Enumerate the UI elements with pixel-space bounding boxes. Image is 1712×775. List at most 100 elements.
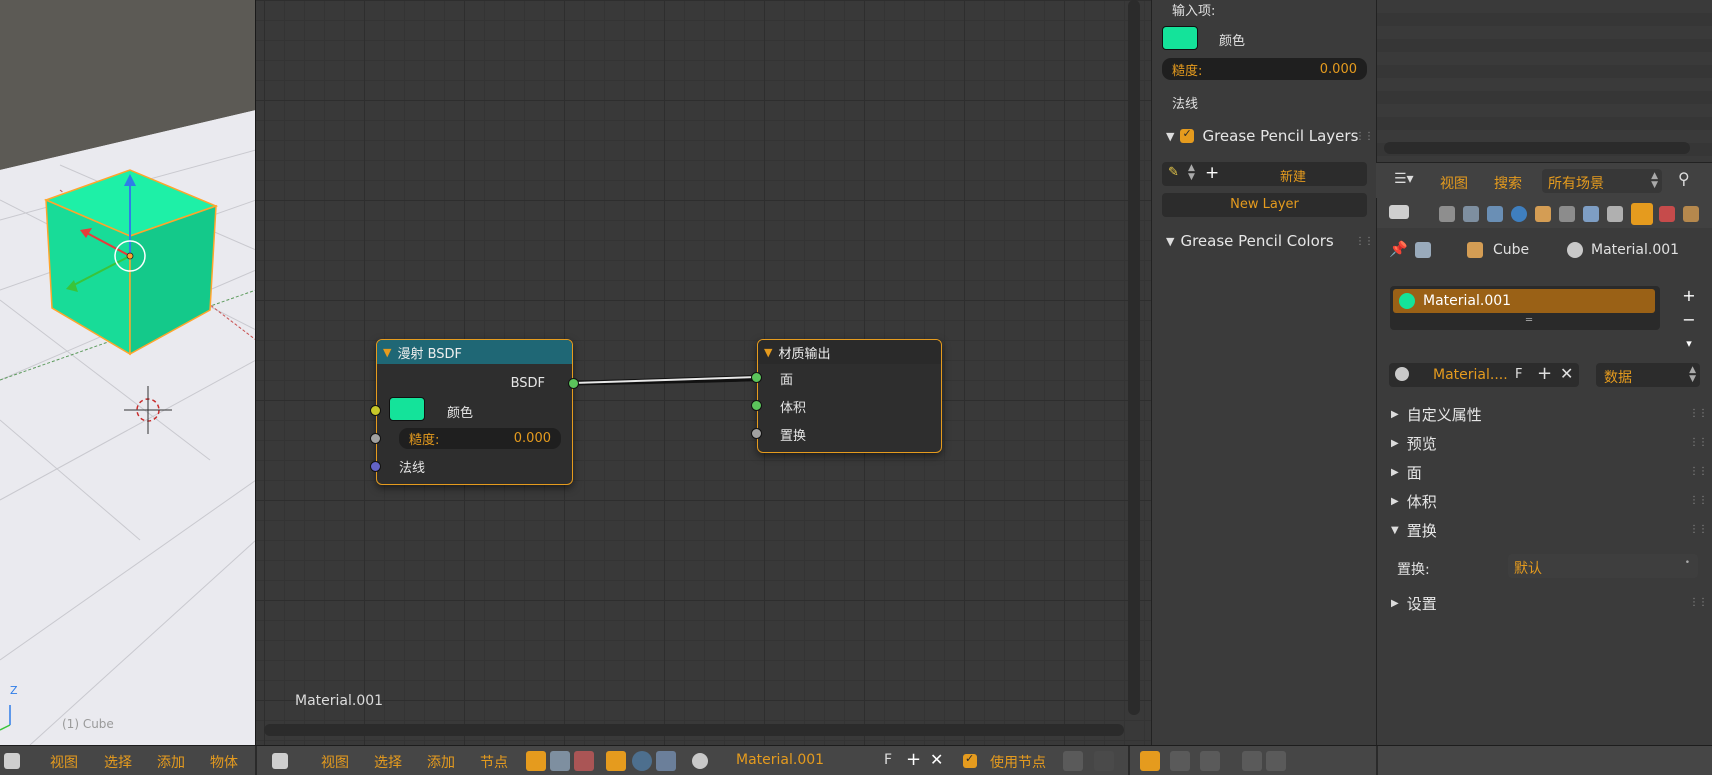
parent-tree-icon[interactable]: [1094, 751, 1114, 771]
gp-layers-checkbox[interactable]: [1180, 127, 1195, 143]
roughness-field[interactable]: 糙度: 0.000: [399, 428, 561, 449]
outliner-search-menu[interactable]: 搜索: [1494, 173, 1522, 193]
add-plus-icon[interactable]: +: [1205, 163, 1219, 183]
unlink-material-icon[interactable]: ✕: [1560, 364, 1573, 383]
color-input-socket[interactable]: [370, 405, 381, 416]
panel-color-swatch[interactable]: [1162, 26, 1198, 50]
drag-grip-icon[interactable]: ⋮⋮: [1689, 437, 1708, 448]
node-editor-type-icon[interactable]: [272, 753, 288, 769]
diffuse-bsdf-node[interactable]: ▼ 漫射 BSDF BSDF 颜色 糙度: 0.000 法线: [370, 339, 579, 485]
roughness-input-socket[interactable]: [370, 433, 381, 444]
outliner-hscrollbar[interactable]: [1384, 142, 1690, 154]
properties-editor-icon[interactable]: [1389, 205, 1409, 219]
viewport-add-menu[interactable]: 添加: [157, 752, 185, 772]
node-editor-vscrollbar[interactable]: [1128, 0, 1140, 715]
viewport-select-menu[interactable]: 选择: [104, 752, 132, 772]
node-node-menu[interactable]: 节点: [480, 752, 508, 772]
texture-tab-icon[interactable]: [1659, 206, 1675, 222]
texture-nodes-icon[interactable]: [574, 751, 594, 771]
gp-layers-header[interactable]: ▼ Grease Pencil Layers: [1166, 127, 1358, 145]
outliner-view-menu[interactable]: 视图: [1440, 173, 1468, 193]
particles-tab-icon[interactable]: [1683, 206, 1699, 222]
bsdf-output-socket[interactable]: [568, 378, 579, 389]
collapse-triangle-icon[interactable]: ▼: [764, 346, 772, 359]
scene-link-icon[interactable]: [1415, 242, 1431, 258]
drag-grip-icon[interactable]: ⋮⋮: [1689, 524, 1708, 535]
viewport-view-menu[interactable]: 视图: [50, 752, 78, 772]
material-slot-list[interactable]: Material.001 ═: [1390, 286, 1660, 330]
volume-input-socket[interactable]: [751, 400, 762, 411]
node-select-menu[interactable]: 选择: [374, 752, 402, 772]
drag-grip-icon[interactable]: ⋮⋮: [1355, 236, 1374, 247]
node-editor-hscrollbar[interactable]: [264, 724, 1124, 736]
3d-viewport[interactable]: Z (1) Cube: [0, 0, 256, 745]
material-output-node[interactable]: ▼ 材质输出 面 体积 置换: [751, 339, 942, 453]
material-browse-icon[interactable]: [1395, 367, 1409, 381]
material-tab-icon[interactable]: [1631, 203, 1653, 225]
remove-slot-button[interactable]: −: [1678, 308, 1700, 330]
section-preview[interactable]: ▶ 预览: [1391, 433, 1437, 454]
drag-grip-icon[interactable]: ⋮⋮: [1689, 495, 1708, 506]
slot-specials-button[interactable]: ▾: [1678, 332, 1700, 354]
displacement-input-socket[interactable]: [751, 428, 762, 439]
node-add-menu[interactable]: 添加: [427, 752, 455, 772]
object-tab-icon[interactable]: [1535, 206, 1551, 222]
section-volume[interactable]: ▶ 体积: [1391, 491, 1437, 512]
diffuse-node-header[interactable]: ▼ 漫射 BSDF: [377, 340, 572, 364]
surface-input-socket[interactable]: [751, 372, 762, 383]
snap-icon[interactable]: [1170, 751, 1190, 771]
outliner[interactable]: [1376, 0, 1712, 162]
section-displacement[interactable]: ▼ 置换: [1391, 520, 1437, 541]
backdrop-icon[interactable]: [1140, 751, 1160, 771]
render-tab-icon[interactable]: [1439, 206, 1455, 222]
scene-filter-dropdown[interactable]: 所有场景 ▲ ▼: [1542, 169, 1662, 193]
paste-nodes-icon[interactable]: [1266, 751, 1286, 771]
collapse-triangle-icon[interactable]: ▼: [383, 346, 391, 359]
scene-tab-icon[interactable]: [1487, 206, 1503, 222]
drag-grip-icon[interactable]: ⋮⋮: [1689, 408, 1708, 419]
add-slot-button[interactable]: +: [1678, 284, 1700, 306]
node-material-name[interactable]: Material.001: [736, 752, 824, 768]
list-resize-grip-icon[interactable]: ═: [1526, 315, 1532, 326]
breadcrumb-material[interactable]: Material.001: [1591, 242, 1679, 258]
world-tab-icon[interactable]: [1511, 206, 1527, 222]
search-icon[interactable]: ⚲: [1678, 169, 1690, 188]
world-shader-icon[interactable]: [632, 751, 652, 771]
shader-nodes-icon[interactable]: [526, 751, 546, 771]
gp-colors-header[interactable]: ▼ Grease Pencil Colors: [1166, 232, 1334, 250]
line-style-icon[interactable]: [656, 751, 676, 771]
gp-new-button[interactable]: 新建: [1280, 166, 1306, 185]
node-new-material-icon[interactable]: +: [906, 749, 921, 770]
link-data-dropdown[interactable]: 数据 ▲ ▼: [1596, 363, 1700, 387]
pin-icon[interactable]: 📌: [1389, 240, 1408, 258]
drag-grip-icon[interactable]: ⋮⋮: [1355, 131, 1374, 142]
color-swatch[interactable]: [389, 397, 425, 421]
section-custom-properties[interactable]: ▶ 自定义属性: [1391, 404, 1482, 425]
constraints-tab-icon[interactable]: [1559, 206, 1575, 222]
pencil-icon[interactable]: ✎: [1168, 165, 1179, 180]
normal-input-socket[interactable]: [370, 461, 381, 472]
outliner-display-icon[interactable]: ☰▾: [1394, 171, 1414, 187]
object-shader-icon[interactable]: [606, 751, 626, 771]
displacement-method-dropdown[interactable]: 默认 •: [1508, 554, 1698, 578]
section-surface[interactable]: ▶ 面: [1391, 462, 1422, 483]
section-settings[interactable]: ▶ 设置: [1391, 593, 1437, 614]
fake-user-toggle[interactable]: F: [1515, 367, 1522, 382]
viewport-object-menu[interactable]: 物体: [210, 752, 238, 772]
render-layers-tab-icon[interactable]: [1463, 206, 1479, 222]
compositing-nodes-icon[interactable]: [550, 751, 570, 771]
node-fake-user-toggle[interactable]: F: [884, 752, 892, 768]
material-datablock-field[interactable]: Material.... F + ✕: [1389, 363, 1579, 387]
drag-grip-icon[interactable]: ⋮⋮: [1689, 466, 1708, 477]
editor-type-icon[interactable]: [4, 753, 20, 769]
data-tab-icon[interactable]: [1607, 206, 1623, 222]
material-name-field[interactable]: Material....: [1433, 367, 1508, 383]
drag-grip-icon[interactable]: ⋮⋮: [1689, 597, 1708, 608]
copy-nodes-icon[interactable]: [1242, 751, 1262, 771]
modifiers-tab-icon[interactable]: [1583, 206, 1599, 222]
snap-target-icon[interactable]: [1200, 751, 1220, 771]
output-node-header[interactable]: ▼ 材质输出: [758, 340, 941, 364]
node-view-menu[interactable]: 视图: [321, 752, 349, 772]
use-nodes-checkbox[interactable]: [963, 752, 977, 768]
node-editor[interactable]: ▼ 漫射 BSDF BSDF 颜色 糙度: 0.000 法线 ▼ 材质输出 面 …: [256, 0, 1151, 745]
